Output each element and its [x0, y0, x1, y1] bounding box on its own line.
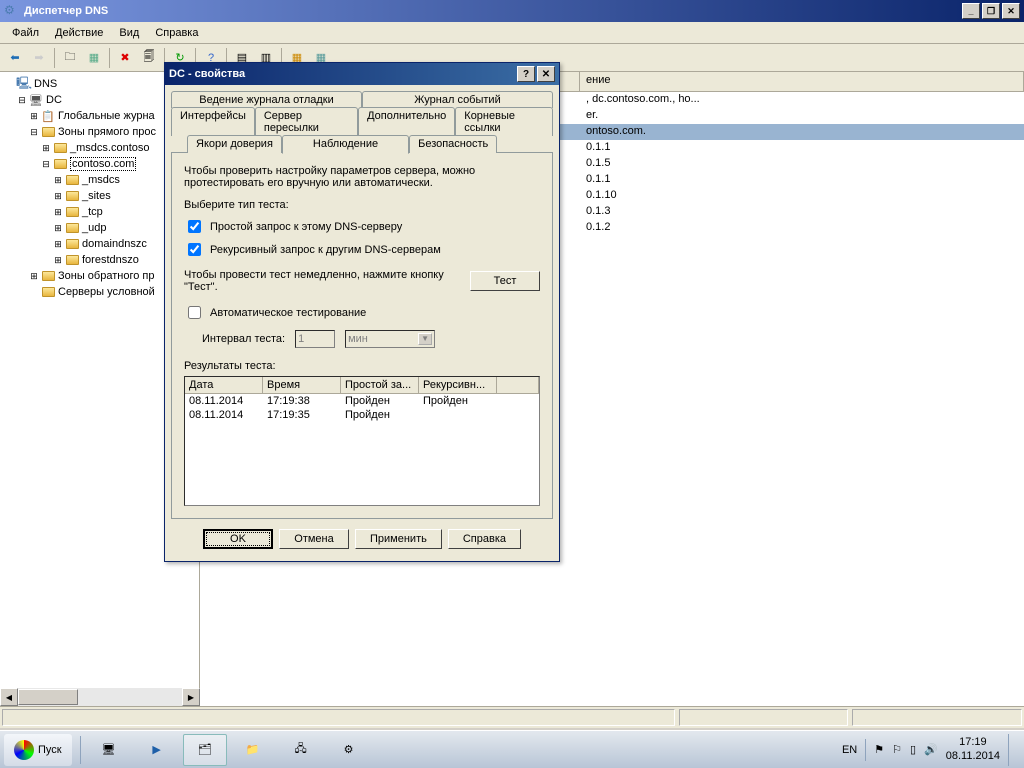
tab-advanced[interactable]: Дополнительно: [358, 107, 455, 136]
interval-unit-combo: мин▼: [345, 330, 435, 348]
taskbar: Пуск 🖥 ▶ 🗂 📁 🖧 ⚙ EN ⚑ ⚐ ▯ 🔊 17:19 08.11.…: [0, 730, 1024, 768]
tray-volume-icon[interactable]: 🔊: [924, 743, 938, 756]
menu-help[interactable]: Справка: [147, 25, 206, 41]
dialog-titlebar: DC - свойства ? ✕: [165, 63, 559, 85]
task-network[interactable]: 🖧: [279, 734, 323, 766]
tab-interfaces[interactable]: Интерфейсы: [171, 107, 255, 136]
task-dns-manager[interactable]: ⚙: [327, 734, 371, 766]
dialog-title: DC - свойства: [169, 68, 515, 80]
results-label: Результаты теста:: [184, 360, 540, 372]
tray-flag2-icon[interactable]: ⚐: [892, 743, 902, 756]
up-button[interactable]: 🗀: [59, 47, 81, 69]
delete-button[interactable]: ✖: [114, 47, 136, 69]
tab-root-hints[interactable]: Корневые ссылки: [455, 107, 553, 136]
col-date[interactable]: Дата: [185, 377, 263, 393]
apply-button[interactable]: Применить: [355, 529, 442, 549]
close-button[interactable]: ✕: [1002, 3, 1020, 19]
title-bar: ⚙ Диспетчер DNS _ ❐ ✕: [0, 0, 1024, 22]
col-recursive[interactable]: Рекурсивн...: [419, 377, 497, 393]
chevron-down-icon: ▼: [418, 333, 432, 345]
tab-forwarders[interactable]: Сервер пересылки: [255, 107, 358, 136]
col-simple[interactable]: Простой за...: [341, 377, 419, 393]
status-bar: [0, 706, 1024, 728]
language-indicator[interactable]: EN: [842, 744, 857, 756]
tab-content: Чтобы проверить настройку параметров сер…: [171, 152, 553, 519]
immediate-test-text: Чтобы провести тест немедленно, нажмите …: [184, 269, 470, 293]
tab-trust-anchors[interactable]: Якори доверия: [187, 135, 282, 153]
forward-button[interactable]: ➡: [28, 47, 50, 69]
dns-app-icon: ⚙: [4, 3, 20, 19]
properties-dialog: DC - свойства ? ✕ Ведение журнала отладк…: [164, 62, 560, 562]
interval-input: 1: [295, 330, 335, 348]
scroll-right-icon[interactable]: ▶: [182, 688, 200, 706]
result-row[interactable]: 08.11.2014 17:19:38 Пройден Пройден: [185, 394, 539, 408]
cancel-button[interactable]: Отмена: [279, 529, 349, 549]
result-row[interactable]: 08.11.2014 17:19:35 Пройден: [185, 408, 539, 422]
menu-file[interactable]: Файл: [4, 25, 47, 41]
menu-bar: Файл Действие Вид Справка: [0, 22, 1024, 44]
restore-button[interactable]: ❐: [982, 3, 1000, 19]
tab-debug-log[interactable]: Ведение журнала отладки: [171, 91, 362, 108]
task-notepad[interactable]: 📁: [231, 734, 275, 766]
menu-view[interactable]: Вид: [111, 25, 147, 41]
tray-action-icon[interactable]: ▯: [910, 743, 916, 756]
properties-button[interactable]: 🗐: [138, 47, 160, 69]
clock[interactable]: 17:19 08.11.2014: [946, 736, 1000, 762]
scroll-left-icon[interactable]: ◀: [0, 688, 18, 706]
description-text: Чтобы проверить настройку параметров сер…: [184, 165, 540, 189]
minimize-button[interactable]: _: [962, 3, 980, 19]
system-tray: EN ⚑ ⚐ ▯ 🔊 17:19 08.11.2014: [834, 734, 1024, 766]
window-title: Диспетчер DNS: [24, 5, 962, 17]
interval-label: Интервал теста:: [202, 333, 285, 345]
task-powershell[interactable]: ▶: [135, 734, 179, 766]
scroll-thumb[interactable]: [18, 689, 78, 705]
start-button[interactable]: Пуск: [4, 734, 72, 766]
results-table: Дата Время Простой за... Рекурсивн... 08…: [184, 376, 540, 506]
tray-flag-icon[interactable]: ⚑: [874, 743, 884, 756]
show-hide-button[interactable]: ▦: [83, 47, 105, 69]
col-spacer: [497, 377, 539, 393]
windows-orb-icon: [14, 740, 34, 760]
col-data[interactable]: ение: [580, 72, 1024, 91]
checkbox-auto-test[interactable]: Автоматическое тестирование: [184, 303, 540, 322]
ok-button[interactable]: OK: [203, 529, 273, 549]
dialog-close-button[interactable]: ✕: [537, 66, 555, 82]
checkbox-recursive-query[interactable]: Рекурсивный запрос к другим DNS-серверам: [184, 240, 540, 259]
task-server-manager[interactable]: 🖥: [87, 734, 131, 766]
col-time[interactable]: Время: [263, 377, 341, 393]
tab-event-log[interactable]: Журнал событий: [362, 91, 553, 108]
dialog-help-button[interactable]: ?: [517, 66, 535, 82]
dialog-help-button[interactable]: Справка: [448, 529, 521, 549]
test-button[interactable]: Тест: [470, 271, 540, 291]
back-button[interactable]: ⬅: [4, 47, 26, 69]
tab-security[interactable]: Безопасность: [409, 135, 497, 153]
show-desktop-button[interactable]: [1008, 734, 1016, 766]
task-explorer[interactable]: 🗂: [183, 734, 227, 766]
menu-action[interactable]: Действие: [47, 25, 111, 41]
tree-hscroll[interactable]: ◀ ▶: [0, 688, 200, 706]
checkbox-simple-query[interactable]: Простой запрос к этому DNS-серверу: [184, 217, 540, 236]
select-test-label: Выберите тип теста:: [184, 199, 540, 211]
tab-monitoring[interactable]: Наблюдение: [282, 135, 409, 154]
